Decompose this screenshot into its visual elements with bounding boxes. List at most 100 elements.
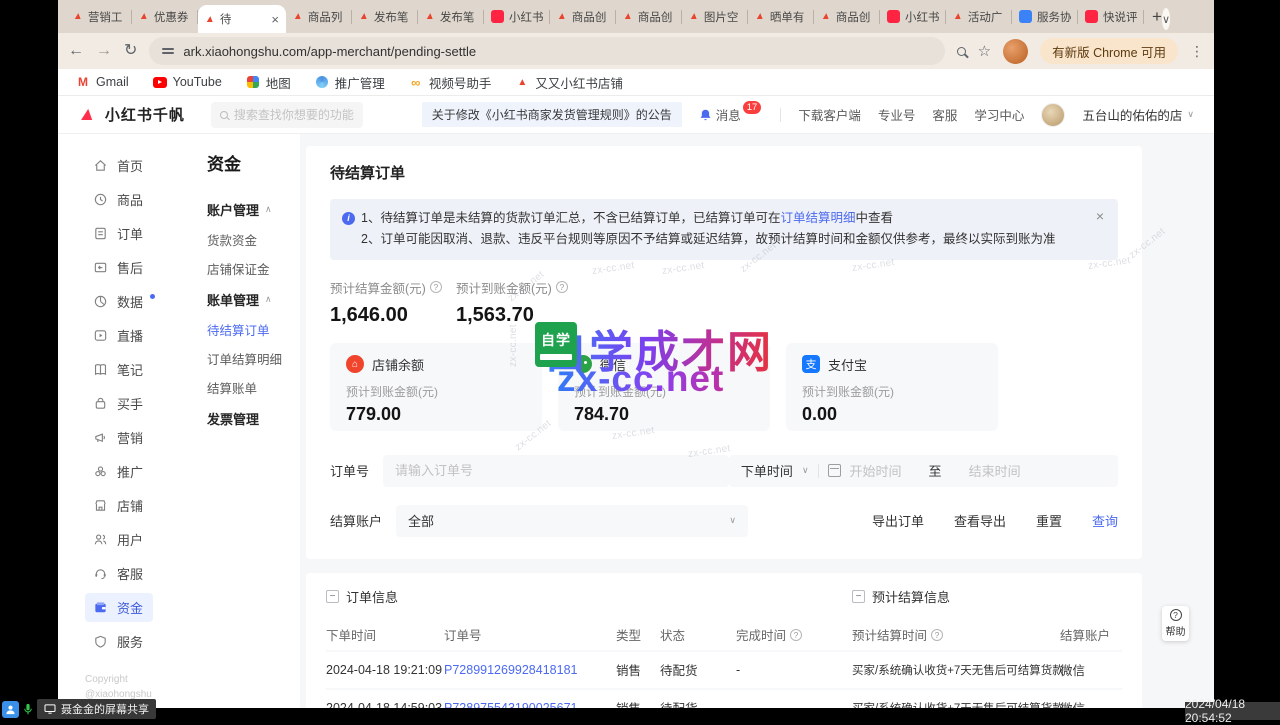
sidebar-item-shop[interactable]: 店铺 (85, 488, 190, 522)
browser-tab-active[interactable]: ▲待× (198, 5, 286, 33)
nav-download-client[interactable]: 下载客户端 (798, 105, 861, 124)
sidebar-item-aftersale[interactable]: 售后 (85, 250, 190, 284)
sidebar-item-products[interactable]: 商品 (85, 182, 190, 216)
order-number-link[interactable]: P728991269928418181 (444, 663, 616, 677)
browser-tab[interactable]: ▲发布笔 (352, 0, 418, 33)
sidebar-item-users[interactable]: 用户 (85, 522, 190, 556)
browser-tab[interactable]: ▲商品列 (286, 0, 352, 33)
browser-tab[interactable]: ▲发布笔 (418, 0, 484, 33)
sidebar-item-orders[interactable]: 订单 (85, 216, 190, 250)
announcement-link[interactable]: 关于修改《小红书商家发货管理规则》的公告 (422, 102, 682, 127)
bookmark-xhs-shop[interactable]: ▲又又小红书店铺 (515, 73, 623, 92)
bookmark-youtube[interactable]: YouTube (153, 75, 222, 89)
tab-close-icon[interactable]: × (271, 13, 279, 26)
close-icon[interactable]: × (1096, 209, 1104, 223)
chrome-menu-icon[interactable]: ⋮ (1190, 43, 1204, 60)
browser-tab[interactable]: 小红书 (880, 0, 946, 33)
nav-customer-service[interactable]: 客服 (932, 105, 957, 124)
browser-tab[interactable]: ▲商品创 (550, 0, 616, 33)
reset-button[interactable]: 重置 (1036, 511, 1062, 530)
site-info-icon[interactable] (162, 46, 174, 56)
live-icon (93, 328, 108, 343)
address-bar[interactable]: ark.xiaohongshu.com/app-merchant/pending… (149, 37, 944, 65)
help-button[interactable]: ? 帮助 (1162, 606, 1189, 641)
screen-share-indicator[interactable]: 聂金金的屏幕共享 (2, 699, 156, 719)
store-switcher[interactable]: 五台山的佑佑的店∨ (1082, 105, 1194, 124)
nav-learning-center[interactable]: 学习中心 (974, 105, 1024, 124)
submenu-item-settle-detail[interactable]: 订单结算明细 (207, 344, 300, 373)
help-circle-icon[interactable]: ? (931, 629, 943, 641)
sidebar-item-service[interactable]: 客服 (85, 556, 190, 590)
nav-pro-account[interactable]: 专业号 (878, 105, 916, 124)
bookmark-star-icon[interactable]: ☆ (978, 42, 991, 60)
sidebar-item-data[interactable]: 数据 (85, 284, 190, 318)
back-button[interactable]: ← (68, 43, 84, 59)
app-search-box[interactable] (211, 102, 363, 128)
sidebar-item-notes[interactable]: 笔记 (85, 352, 190, 386)
gmail-icon: M (76, 75, 90, 89)
submenu-item-settle-bill[interactable]: 结算账单 (207, 373, 300, 402)
order-number-input[interactable] (383, 455, 729, 487)
chrome-update-button[interactable]: 有新版 Chrome 可用 (1040, 38, 1178, 64)
divider (818, 464, 819, 478)
submenu-group-invoice[interactable]: 发票管理 (207, 402, 300, 434)
browser-tab[interactable]: ▲图片空 (682, 0, 748, 33)
tab-search-chevron-icon[interactable]: ∨ (1162, 8, 1170, 30)
query-button[interactable]: 查询 (1092, 511, 1118, 530)
browser-tab[interactable]: 服务协 (1012, 0, 1078, 33)
browser-tab[interactable]: ▲优惠券 (132, 0, 198, 33)
sidebar-item-live[interactable]: 直播 (85, 318, 190, 352)
help-circle-icon[interactable]: ? (790, 629, 802, 641)
store-avatar[interactable] (1041, 103, 1065, 127)
browser-tab[interactable]: ▲晒单有 (748, 0, 814, 33)
submenu-item-deposit[interactable]: 店铺保证金 (207, 254, 300, 283)
qianfan-logo: ▲ (76, 104, 98, 126)
chrome-profile-avatar[interactable] (1003, 39, 1028, 64)
search-icon[interactable] (957, 47, 966, 56)
sidebar-item-buyer[interactable]: 买手 (85, 386, 190, 420)
group-settle-info: −预计结算信息 (852, 587, 1122, 606)
new-tab-button[interactable]: + (1152, 7, 1162, 27)
start-date-field[interactable]: 开始时间 (850, 461, 902, 480)
sidebar-item-marketing[interactable]: 营销 (85, 420, 190, 454)
browser-tab[interactable]: ▲营销工 (66, 0, 132, 33)
sidebar-item-home[interactable]: 首页 (85, 148, 190, 182)
settle-detail-link[interactable]: 订单结算明细 (780, 211, 855, 225)
browser-tab[interactable]: ▲商品创 (616, 0, 682, 33)
recording-timestamp: 2024/04/18 20:54:52 (1185, 702, 1280, 720)
app-search-input[interactable] (234, 108, 354, 122)
heart-shield-icon (93, 634, 108, 649)
help-circle-icon[interactable]: ? (556, 281, 568, 293)
browser-tab[interactable]: ▲活动广 (946, 0, 1012, 33)
messages-item[interactable]: 消息 17 (699, 105, 764, 124)
submenu-group-bills[interactable]: 账单管理∧ (207, 283, 300, 315)
browser-tab[interactable]: ▲商品创 (814, 0, 880, 33)
reload-button[interactable]: ↻ (124, 43, 137, 59)
bookmark-video-helper[interactable]: ∞视频号助手 (409, 73, 492, 92)
submenu-item-loan-funds[interactable]: 货款资金 (207, 225, 300, 254)
sidebar-item-services[interactable]: 服务 (85, 624, 190, 658)
notice-banner: i 1、待结算订单是未结算的货款订单汇总，不含已结算订单，已结算订单可在订单结算… (330, 199, 1118, 260)
sidebar-item-funds[interactable]: 资金 (85, 590, 190, 624)
view-exports-button[interactable]: 查看导出 (954, 511, 1006, 530)
bookmark-promo[interactable]: 推广管理 (315, 73, 385, 92)
submenu-group-account[interactable]: 账户管理∧ (207, 193, 300, 225)
collapse-icon[interactable]: − (852, 590, 865, 603)
time-type-select[interactable]: 下单时间 (741, 461, 793, 480)
table-group-headers: −订单信息 −预计结算信息 (326, 587, 1122, 606)
export-orders-button[interactable]: 导出订单 (872, 511, 924, 530)
collapse-icon[interactable]: − (326, 590, 339, 603)
bookmark-gmail[interactable]: MGmail (76, 75, 129, 89)
settle-account-select[interactable]: 全部 ∨ (396, 505, 748, 537)
date-range-filter[interactable]: 下单时间 ∨ 开始时间 至 结束时间 (729, 455, 1118, 487)
order-number-link[interactable]: P728975543190025671 (444, 701, 616, 709)
bookmark-maps[interactable]: 地图 (246, 73, 291, 92)
end-date-field[interactable]: 结束时间 (969, 461, 1021, 480)
browser-tab[interactable]: 小红书 (484, 0, 550, 33)
help-circle-icon[interactable]: ? (430, 281, 442, 293)
forward-button[interactable]: → (96, 43, 112, 59)
sidebar-item-promotion[interactable]: 推广 (85, 454, 190, 488)
browser-tab[interactable]: 快说评 (1078, 0, 1144, 33)
submenu-item-pending-settle[interactable]: 待结算订单 (207, 315, 300, 344)
app-header: ▲ 小红书千帆 关于修改《小红书商家发货管理规则》的公告 消息 17 下载客户端… (58, 96, 1214, 134)
